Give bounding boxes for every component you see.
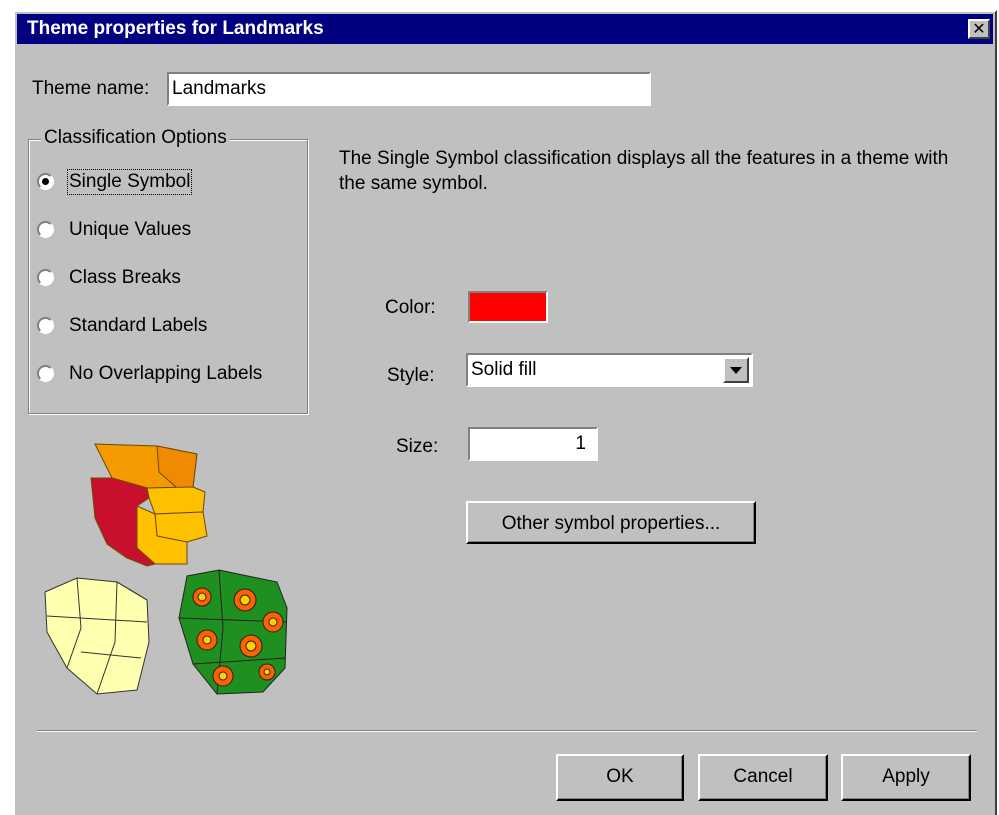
radio-dot bbox=[37, 317, 54, 334]
other-symbol-properties-button[interactable]: Other symbol properties... bbox=[466, 501, 756, 544]
radio-dot bbox=[37, 365, 54, 382]
size-input[interactable]: 1 bbox=[468, 427, 598, 461]
classification-options-label: Classification Options bbox=[41, 127, 230, 149]
separator bbox=[37, 730, 977, 732]
radio-dot bbox=[37, 221, 54, 238]
theme-name-input[interactable]: Landmarks bbox=[167, 72, 651, 106]
labels-map-icon bbox=[178, 569, 288, 695]
classification-maps-illustration bbox=[44, 443, 288, 695]
theme-properties-dialog: Theme properties for Landmarks ✕ Theme n… bbox=[13, 10, 997, 815]
radio-dot bbox=[37, 269, 54, 286]
apply-button[interactable]: Apply bbox=[841, 754, 971, 801]
size-label: Size: bbox=[396, 436, 439, 457]
theme-name-label: Theme name: bbox=[32, 78, 150, 99]
chevron-down-icon[interactable] bbox=[723, 357, 749, 383]
cancel-button[interactable]: Cancel bbox=[698, 754, 828, 801]
color-swatch[interactable] bbox=[468, 291, 548, 323]
radio-dot bbox=[37, 173, 54, 190]
style-select[interactable]: Solid fill bbox=[466, 353, 753, 387]
classification-description: The Single Symbol classification display… bbox=[339, 148, 949, 194]
color-label: Color: bbox=[385, 297, 436, 318]
title-bar[interactable]: Theme properties for Landmarks ✕ bbox=[17, 14, 993, 44]
close-icon[interactable]: ✕ bbox=[968, 19, 990, 39]
unique-values-map-icon bbox=[44, 577, 150, 695]
class-breaks-map-icon bbox=[90, 443, 208, 567]
ok-button[interactable]: OK bbox=[556, 754, 684, 801]
dialog-title: Theme properties for Landmarks bbox=[27, 18, 324, 39]
style-label: Style: bbox=[387, 365, 435, 386]
